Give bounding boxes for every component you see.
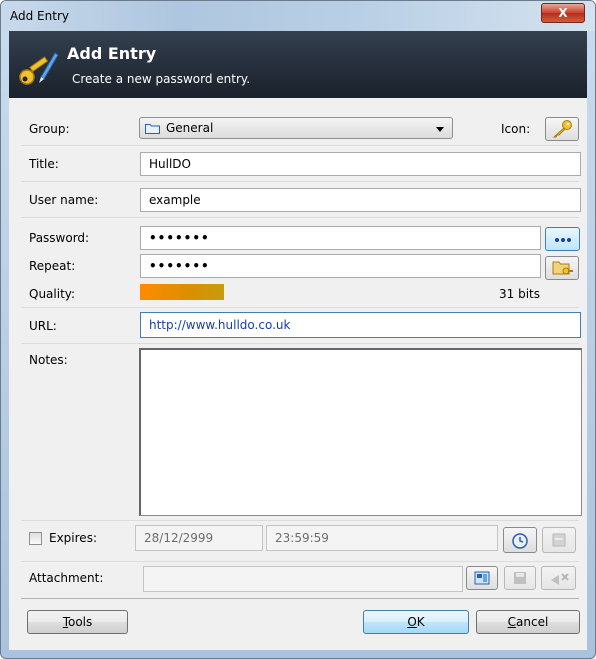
delete-attachment-button[interactable] bbox=[541, 566, 576, 590]
dots-icon bbox=[555, 238, 571, 242]
quality-label: Quality: bbox=[29, 287, 76, 301]
clock-icon bbox=[512, 533, 528, 549]
save-attachment-button[interactable] bbox=[504, 566, 536, 590]
entry-icon-button[interactable] bbox=[545, 117, 579, 141]
quality-bits: 31 bits bbox=[499, 287, 540, 301]
expiry-presets-button[interactable] bbox=[542, 527, 576, 553]
expires-label[interactable]: Expires: bbox=[49, 531, 97, 545]
window-title: Add Entry bbox=[10, 9, 69, 23]
key-pen-icon bbox=[19, 52, 59, 85]
key-icon bbox=[552, 120, 572, 138]
show-password-button[interactable] bbox=[545, 227, 580, 251]
folder-key-icon bbox=[552, 261, 573, 275]
attachment-label: Attachment: bbox=[29, 571, 104, 585]
group-value: General bbox=[166, 121, 214, 135]
username-label: User name: bbox=[29, 193, 99, 207]
header-banner: Add Entry Create a new password entry. bbox=[9, 31, 587, 98]
cancel-button-mnemonic: C bbox=[507, 615, 517, 629]
separator bbox=[21, 561, 579, 562]
tools-button[interactable]: Tools bbox=[27, 610, 128, 634]
password-label: Password: bbox=[29, 231, 90, 245]
password-input[interactable]: ••••••• bbox=[140, 226, 541, 250]
separator bbox=[21, 145, 579, 146]
username-input[interactable]: example bbox=[140, 188, 581, 212]
expiry-date-input[interactable]: 28/12/2999 bbox=[135, 525, 263, 551]
quality-bar bbox=[140, 284, 224, 300]
separator bbox=[21, 217, 579, 218]
folder-icon bbox=[145, 124, 160, 134]
separator bbox=[21, 181, 579, 182]
separator bbox=[21, 520, 579, 521]
delete-icon bbox=[551, 573, 569, 585]
separator bbox=[21, 307, 579, 308]
close-button[interactable]: X bbox=[541, 3, 585, 23]
icon-label: Icon: bbox=[501, 122, 531, 136]
banner-subtitle: Create a new password entry. bbox=[72, 72, 251, 86]
banner-title: Add Entry bbox=[67, 44, 157, 63]
group-label: Group: bbox=[29, 122, 70, 136]
dialog-client-area: Add Entry Create a new password entry. G… bbox=[9, 31, 587, 650]
ok-button-label: K bbox=[416, 615, 425, 629]
repeat-label: Repeat: bbox=[29, 259, 76, 273]
separator bbox=[21, 343, 579, 344]
repeat-password-input[interactable]: ••••••• bbox=[140, 254, 541, 278]
url-input[interactable]: http://www.hulldo.co.uk bbox=[140, 312, 581, 338]
ok-button[interactable]: OK bbox=[363, 610, 469, 634]
calendar-icon bbox=[552, 533, 566, 547]
title-input[interactable]: HullDO bbox=[140, 152, 581, 176]
attach-file-icon bbox=[474, 571, 490, 585]
attachment-input[interactable] bbox=[143, 566, 463, 592]
attach-file-button[interactable] bbox=[466, 566, 498, 590]
expires-checkbox[interactable] bbox=[29, 532, 42, 545]
expiry-time-input[interactable]: 23:59:59 bbox=[266, 525, 498, 551]
footer-separator bbox=[21, 598, 579, 599]
generate-password-button[interactable] bbox=[545, 256, 579, 280]
title-label: Title: bbox=[29, 157, 59, 171]
title-bar[interactable]: Add Entry X bbox=[1, 1, 595, 31]
add-entry-window: Add Entry X Add Entry Create a new passw… bbox=[0, 0, 596, 659]
cancel-button-label: ancel bbox=[516, 615, 549, 629]
cancel-button[interactable]: Cancel bbox=[476, 610, 580, 634]
tools-button-label: ools bbox=[68, 615, 93, 629]
save-icon bbox=[514, 572, 526, 584]
chevron-down-icon bbox=[436, 127, 444, 132]
group-dropdown[interactable]: General bbox=[139, 117, 453, 139]
ok-button-mnemonic: O bbox=[407, 615, 417, 629]
notes-label: Notes: bbox=[29, 353, 68, 367]
notes-textarea[interactable] bbox=[139, 348, 582, 516]
date-picker-button[interactable] bbox=[503, 527, 537, 553]
url-label: URL: bbox=[29, 319, 57, 333]
